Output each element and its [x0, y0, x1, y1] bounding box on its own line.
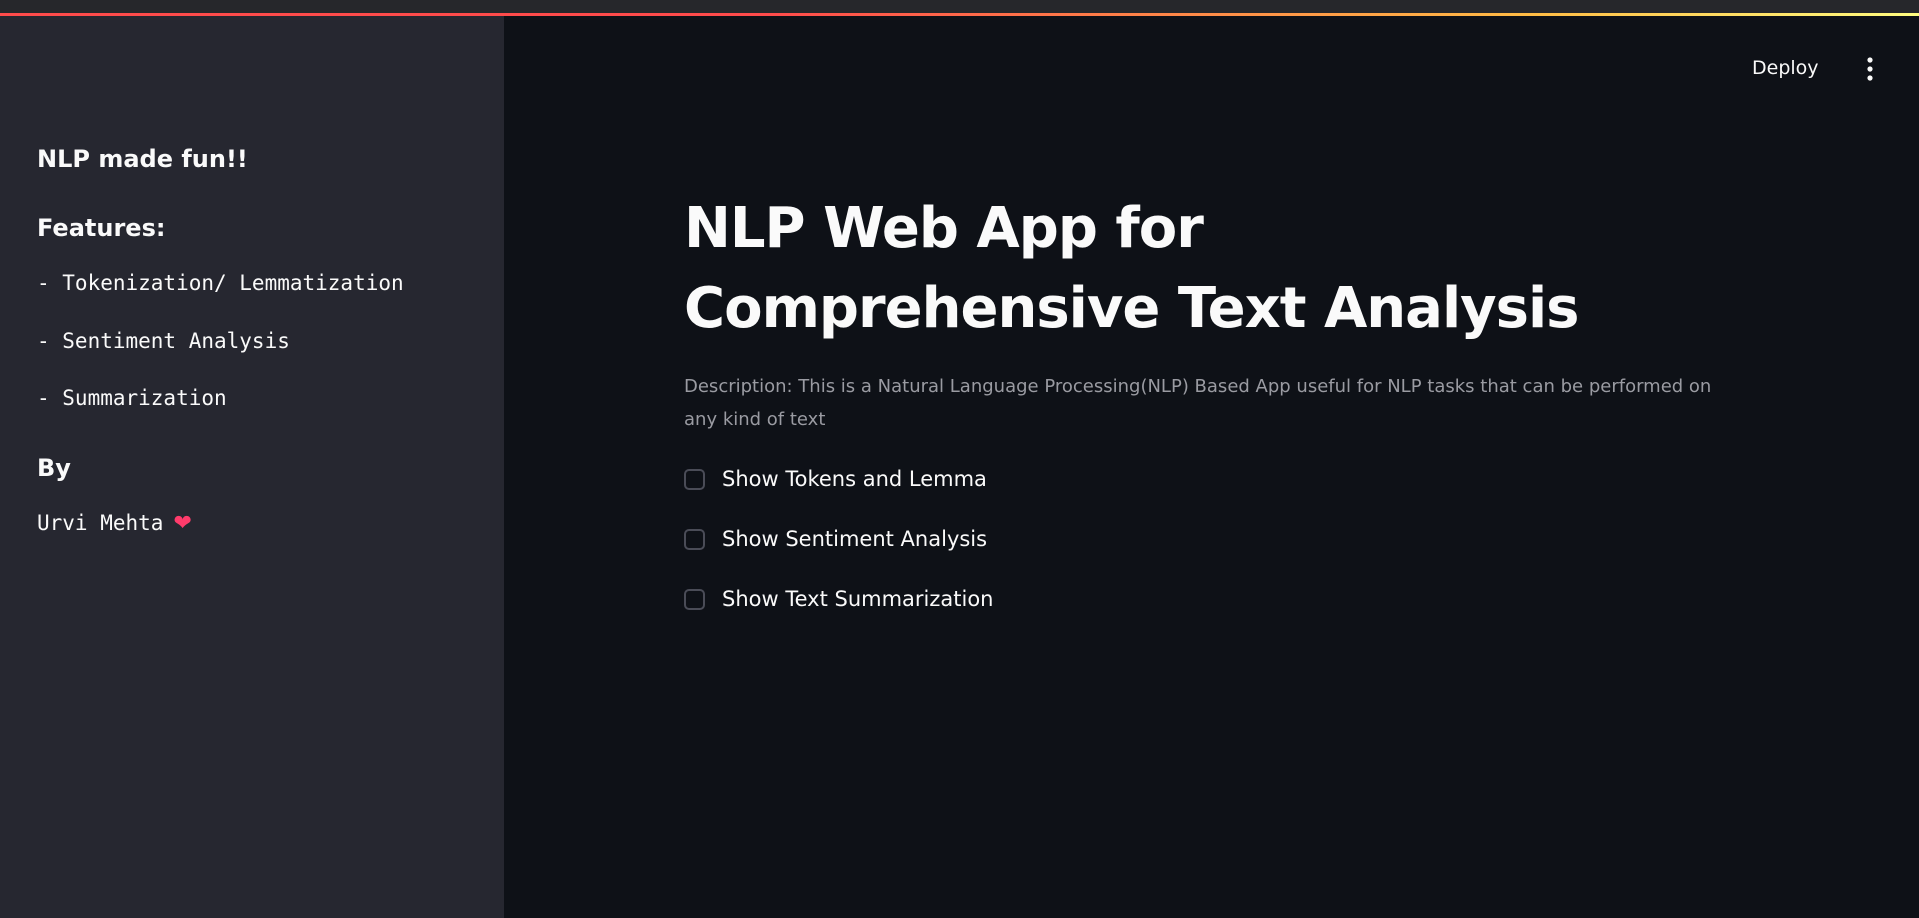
main-menu-button[interactable]: [1850, 50, 1878, 86]
features-heading: Features:: [37, 214, 166, 242]
option-show-sentiment-analysis[interactable]: Show Sentiment Analysis: [684, 524, 987, 554]
checkbox[interactable]: [684, 468, 705, 490]
feature-item-sentiment: - Sentiment Analysis: [37, 329, 290, 353]
sidebar: NLP made fun!! Features: - Tokenization/…: [0, 16, 504, 918]
heart-icon: ❤: [173, 511, 192, 536]
by-heading: By: [37, 454, 71, 482]
author-name: Urvi Mehta: [37, 511, 164, 535]
checkbox[interactable]: [684, 528, 705, 550]
author-line: Urvi Mehta ❤: [37, 511, 192, 537]
vertical-dots-icon: [1867, 57, 1873, 81]
option-show-tokens-and-lemma[interactable]: Show Tokens and Lemma: [684, 464, 987, 494]
option-show-text-summarization[interactable]: Show Text Summarization: [684, 584, 994, 614]
feature-item-summarization: - Summarization: [37, 386, 227, 410]
browser-tab-strip: [0, 0, 1919, 14]
checkbox[interactable]: [684, 588, 705, 610]
checkbox-label[interactable]: Show Text Summarization: [722, 584, 994, 614]
deploy-button[interactable]: Deploy: [1742, 52, 1829, 84]
page-description: Description: This is a Natural Language …: [684, 376, 1712, 430]
checkbox-label[interactable]: Show Sentiment Analysis: [722, 524, 987, 554]
sidebar-heading: NLP made fun!!: [37, 145, 248, 173]
page-title: NLP Web App for Comprehensive Text Analy…: [684, 196, 1580, 341]
feature-item-tokenization: - Tokenization/ Lemmatization: [37, 271, 404, 295]
checkbox-label[interactable]: Show Tokens and Lemma: [722, 464, 987, 494]
